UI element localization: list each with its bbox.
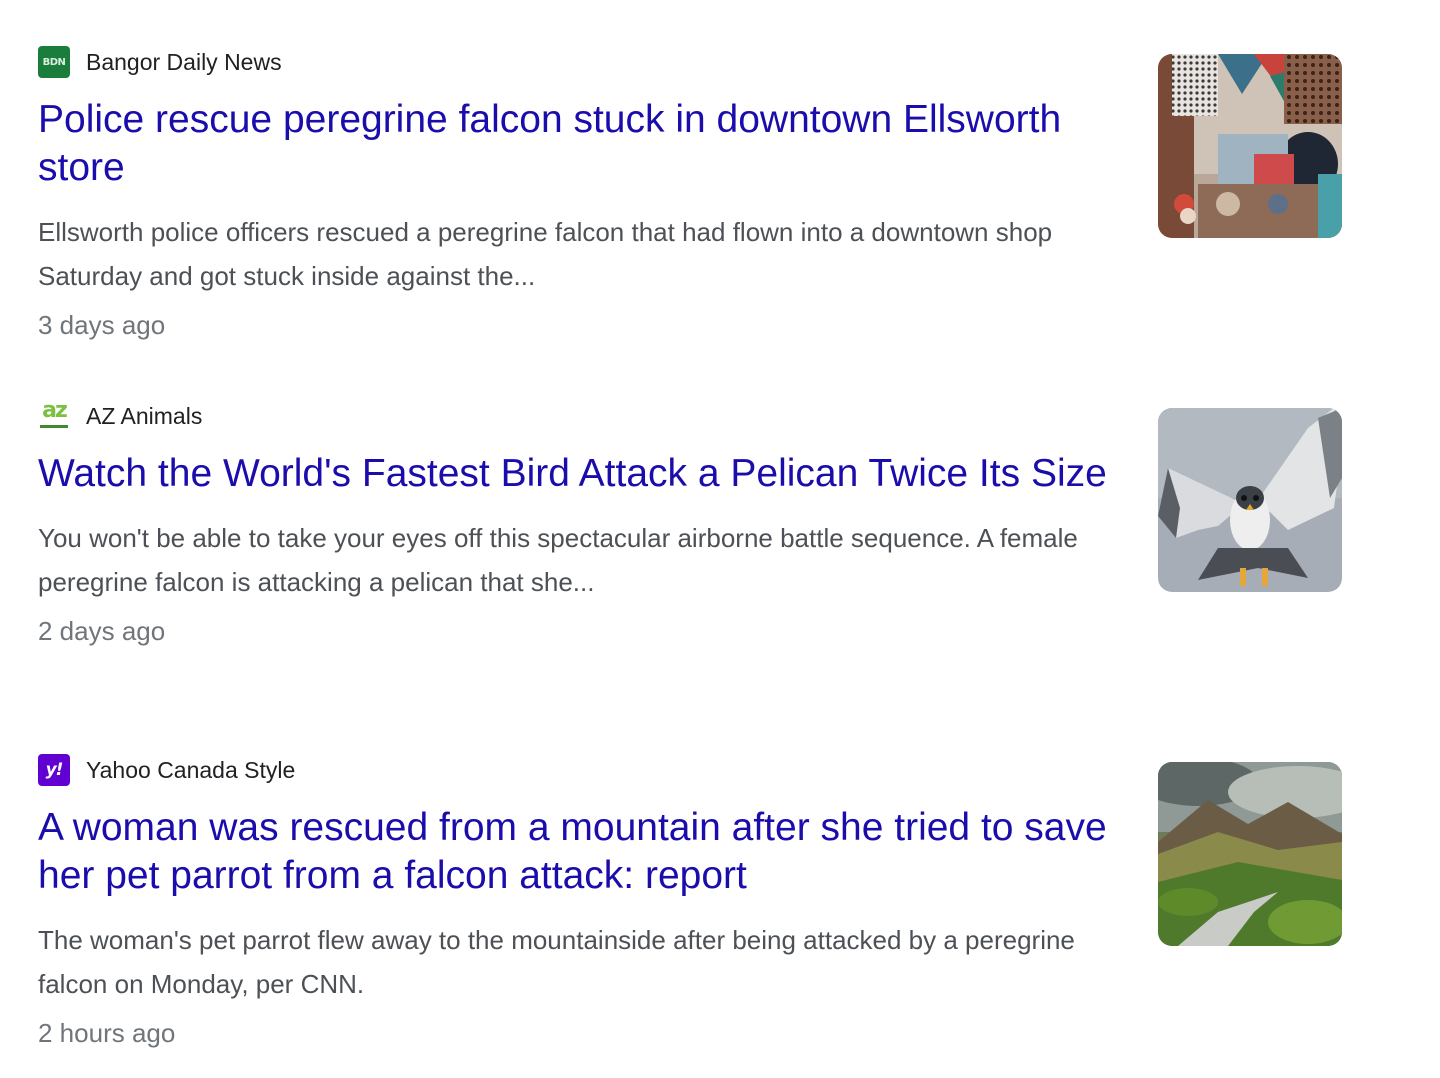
news-headline-link[interactable]: Police rescue peregrine falcon stuck in …: [38, 96, 1108, 192]
bdn-logo-icon: BDN: [38, 46, 70, 78]
news-source-name: Yahoo Canada Style: [86, 757, 296, 783]
news-timestamp: 3 days ago: [38, 310, 166, 340]
az-animals-logo-icon: az: [38, 400, 70, 432]
news-headline-link[interactable]: Watch the World's Fastest Bird Attack a …: [38, 450, 1108, 498]
news-source-row: BDN Bangor Daily News: [38, 46, 1118, 78]
favicon-underline: [40, 425, 68, 428]
news-snippet: You won't be able to take your eyes off …: [38, 523, 1078, 597]
store-interior-thumbnail[interactable]: [1158, 54, 1342, 238]
mountain-landscape-thumbnail[interactable]: [1158, 762, 1342, 946]
news-card[interactable]: az AZ Animals Watch the World's Fastest …: [38, 400, 1342, 740]
news-timestamp: 2 days ago: [38, 616, 166, 646]
news-card-text: az AZ Animals Watch the World's Fastest …: [38, 400, 1118, 648]
favicon-text: y!: [45, 760, 64, 780]
favicon-text: BDN: [42, 56, 66, 68]
news-card[interactable]: y! Yahoo Canada Style A woman was rescue…: [38, 754, 1342, 1078]
news-card[interactable]: BDN Bangor Daily News Police rescue pere…: [38, 46, 1342, 386]
news-source-row: az AZ Animals: [38, 400, 1118, 432]
news-timestamp: 2 hours ago: [38, 1018, 176, 1048]
news-source-row: y! Yahoo Canada Style: [38, 754, 1118, 786]
favicon-text: az: [42, 400, 68, 423]
news-source-name: AZ Animals: [86, 403, 203, 429]
news-snippet: Ellsworth police officers rescued a pere…: [38, 217, 1053, 291]
peregrine-falcon-thumbnail[interactable]: [1158, 408, 1342, 592]
news-headline-link[interactable]: A woman was rescued from a mountain afte…: [38, 804, 1108, 900]
news-source-name: Bangor Daily News: [86, 49, 282, 75]
news-card-text: BDN Bangor Daily News Police rescue pere…: [38, 46, 1118, 342]
news-results-list: BDN Bangor Daily News Police rescue pere…: [0, 0, 1440, 1078]
news-card-text: y! Yahoo Canada Style A woman was rescue…: [38, 754, 1118, 1050]
yahoo-logo-icon: y!: [38, 754, 70, 786]
news-snippet: The woman's pet parrot flew away to the …: [38, 925, 1075, 999]
